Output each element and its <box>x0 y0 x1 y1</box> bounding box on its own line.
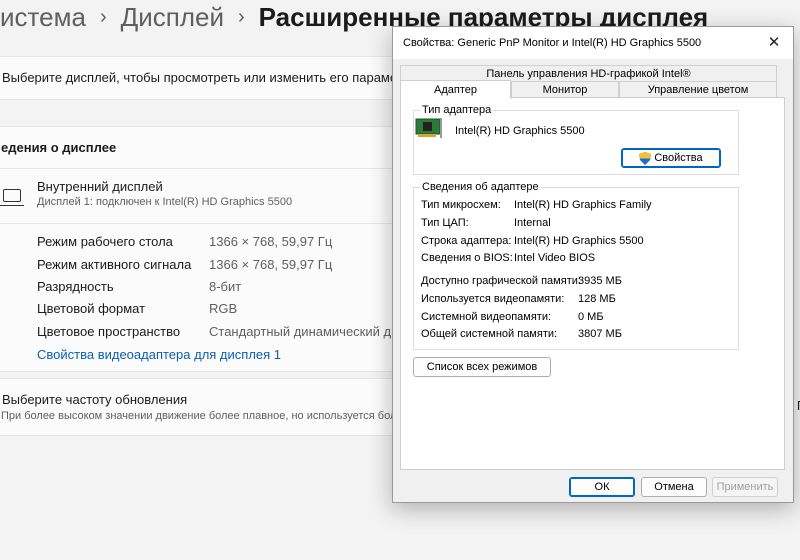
info-label-dac-type: Тип ЦАП: <box>421 217 469 229</box>
row-value-desktop-mode: 1366 × 768, 59,97 Гц <box>209 234 333 249</box>
memory-value-dedicated: 128 МБ <box>578 293 616 305</box>
breadcrumb-display[interactable]: Дисплей <box>121 2 224 33</box>
info-value-bios: Intel Video BIOS <box>514 252 596 264</box>
row-value-color-space: Стандартный динамический диа <box>209 324 392 339</box>
adapter-properties-label: Свойства <box>654 152 703 164</box>
row-label-color-space: Цветовое пространство <box>37 324 181 339</box>
memory-label-dedicated: Используется видеопамяти: <box>421 293 565 305</box>
dialog-titlebar[interactable]: Свойства: Generic PnP Monitor и Intel(R)… <box>393 27 793 59</box>
memory-value-shared: 3807 МБ <box>578 328 622 340</box>
adapter-properties-button[interactable]: Свойства <box>621 148 721 168</box>
breadcrumb-separator: › <box>237 5 245 28</box>
cancel-button[interactable]: Отмена <box>641 477 707 497</box>
list-all-modes-button[interactable]: Список всех режимов <box>413 357 551 377</box>
breadcrumb-separator: › <box>99 5 107 28</box>
info-label-bios: Сведения о BIOS: <box>421 252 513 264</box>
row-value-color-format: RGB <box>209 301 238 316</box>
internal-display-name: Внутренний дисплей <box>37 179 163 194</box>
uac-shield-icon <box>639 151 652 165</box>
tab-monitor[interactable]: Монитор <box>511 81 619 98</box>
adapter-info-label: Сведения об адаптере <box>420 181 541 193</box>
info-value-adapter-string: Intel(R) HD Graphics 5500 <box>514 235 644 247</box>
dialog-title: Свойства: Generic PnP Monitor и Intel(R)… <box>403 37 702 49</box>
properties-dialog: Свойства: Generic PnP Monitor и Intel(R)… <box>392 26 794 503</box>
close-button[interactable]: ✕ <box>761 31 787 53</box>
refresh-rate-card: Выберите частоту обновления При более вы… <box>0 378 396 436</box>
adapter-type-label: Тип адаптера <box>420 104 494 116</box>
row-label-active-signal: Режим активного сигнала <box>37 257 192 272</box>
memory-label-system-video: Системной видеопамяти: <box>421 311 552 323</box>
close-icon: ✕ <box>767 34 781 51</box>
memory-value-system-video: 0 МБ <box>578 311 604 323</box>
row-label-desktop-mode: Режим рабочего стола <box>37 234 173 249</box>
internal-display-subtitle: Дисплей 1: подключен к Intel(R) HD Graph… <box>37 196 293 208</box>
row-value-active-signal: 1366 × 768, 59,97 Гц <box>209 257 333 272</box>
select-display-text: Выберите дисплей, чтобы просмотреть или … <box>2 70 420 85</box>
row-value-bit-depth: 8-бит <box>209 279 242 294</box>
row-label-color-format: Цветовой формат <box>37 301 146 316</box>
graphics-card-icon <box>415 118 442 138</box>
adapter-info-group: Сведения об адаптере <box>413 181 739 350</box>
ok-button[interactable]: ОК <box>569 477 635 497</box>
info-value-dac-type: Internal <box>514 217 551 229</box>
breadcrumb-system[interactable]: истема <box>0 2 86 33</box>
tab-color-management[interactable]: Управление цветом <box>619 81 777 98</box>
memory-value-available: 3935 МБ <box>578 275 622 287</box>
refresh-rate-subtitle: При более высоком значении движение боле… <box>1 410 393 422</box>
adapter-properties-link[interactable]: Свойства видеоадаптера для дисплея 1 <box>37 347 281 362</box>
tab-adapter[interactable]: Адаптер <box>400 80 511 99</box>
memory-label-shared: Общей системной памяти: <box>421 328 558 340</box>
refresh-rate-title: Выберите частоту обновления <box>2 392 188 407</box>
display-info-title: едения о дисплее <box>1 140 117 155</box>
select-display-card[interactable]: Выберите дисплей, чтобы просмотреть или … <box>0 56 419 100</box>
info-label-adapter-string: Строка адаптера: <box>421 235 512 247</box>
apply-button[interactable]: Применить <box>712 477 778 497</box>
info-value-chip-type: Intel(R) HD Graphics Family <box>514 199 652 211</box>
memory-label-available: Доступно графической памяти: <box>421 275 581 287</box>
row-label-bit-depth: Разрядность <box>37 279 114 294</box>
laptop-icon <box>0 189 24 207</box>
info-label-chip-type: Тип микросхем: <box>421 199 501 211</box>
adapter-type-name: Intel(R) HD Graphics 5500 <box>455 125 585 137</box>
